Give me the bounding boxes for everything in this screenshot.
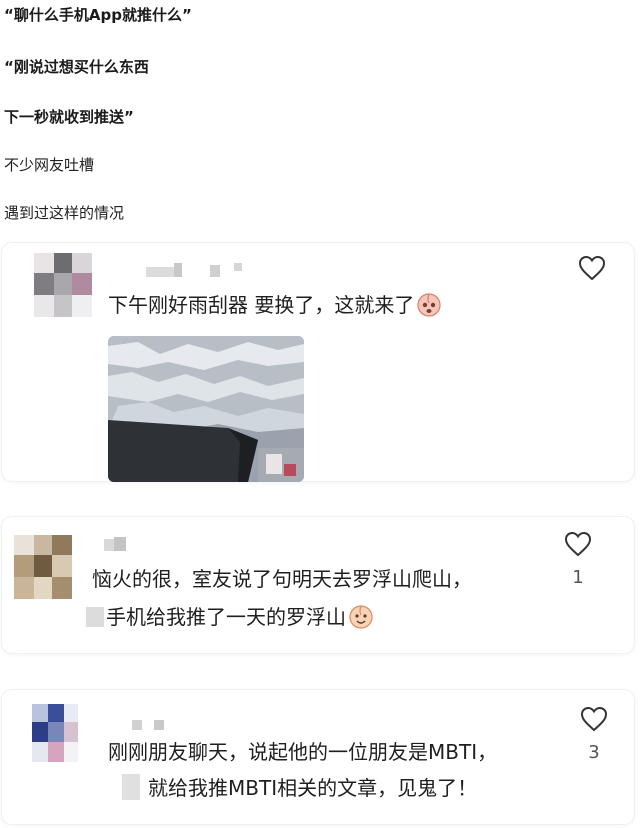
- heart-outline-icon[interactable]: [580, 706, 608, 732]
- username-blurred[interactable]: [146, 263, 246, 277]
- peach-face-emoji: [417, 293, 441, 317]
- comment-text-line-1: 恼火的很，室友说了句明天去罗浮山爬山，: [92, 567, 472, 591]
- intro-line-4: 不少网友吐槽: [4, 156, 95, 174]
- avatar-blurred[interactable]: [34, 253, 92, 317]
- heart-outline-icon[interactable]: [564, 531, 592, 557]
- username-blurred[interactable]: [104, 537, 128, 551]
- comment-text-line-2: 就给我推MBTI相关的文章，见鬼了！: [122, 770, 477, 806]
- comment-card-2: 恼火的很，室友说了句明天去罗浮山爬山， 手机给我推了一天的罗浮山 1: [2, 517, 634, 653]
- intro-line-2: “刚说过想买什么东西: [4, 58, 149, 76]
- attached-photo[interactable]: [108, 336, 304, 482]
- intro-line-3: 下一秒就收到推送”: [4, 108, 134, 126]
- intro-line-1: “聊什么手机App就推什么”: [4, 6, 192, 24]
- comment-text: 下午刚好雨刮器 要换了，这就来了: [108, 287, 442, 323]
- heart-outline-icon[interactable]: [578, 255, 606, 281]
- peach-face-emoji: [349, 605, 373, 629]
- avatar-blurred[interactable]: [32, 704, 78, 762]
- comment-text-line-1: 刚刚朋友聊天，说起他的一位朋友是MBTI，: [108, 740, 498, 764]
- like-count: 3: [588, 742, 600, 763]
- comment-card-3: 刚刚朋友聊天，说起他的一位朋友是MBTI， 就给我推MBTI相关的文章，见鬼了！…: [2, 690, 634, 824]
- avatar-blurred[interactable]: [14, 535, 72, 599]
- comment-text-line-2: 手机给我推了一天的罗浮山: [86, 599, 374, 635]
- username-blurred[interactable]: [132, 718, 172, 732]
- redacted-mark: [86, 607, 104, 627]
- comment-card-1: 下午刚好雨刮器 要换了，这就来了: [2, 243, 634, 482]
- intro-line-5: 遇到过这样的情况: [4, 204, 125, 222]
- redacted-mark: [122, 774, 140, 800]
- like-count: 1: [572, 567, 584, 588]
